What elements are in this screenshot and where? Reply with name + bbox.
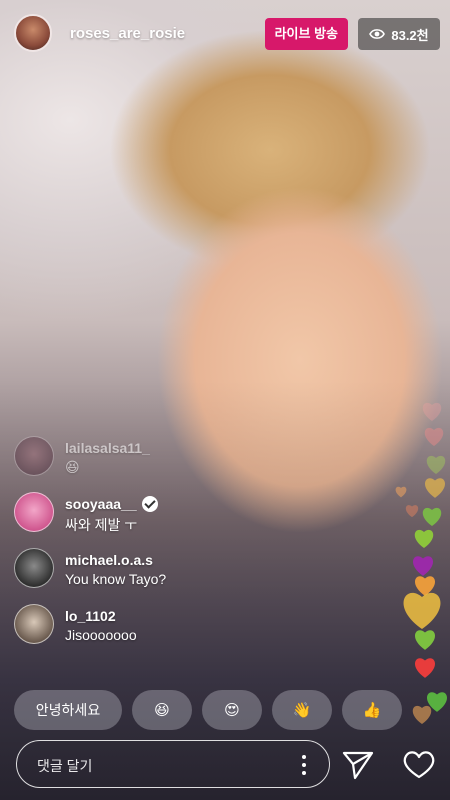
thumbs-up-emoji-icon: 👍: [362, 702, 382, 719]
live-header: roses_are_rosie 라이브 방송 83.2천: [14, 14, 440, 52]
eye-icon: [369, 28, 386, 40]
host-username[interactable]: roses_are_rosie: [70, 25, 185, 42]
username-text: sooyaaa__: [65, 496, 137, 512]
commenter-username[interactable]: sooyaaa__: [65, 496, 158, 512]
more-vertical-icon[interactable]: [301, 755, 307, 777]
send-icon[interactable]: [342, 750, 374, 780]
emoji-chip-wave[interactable]: 👋: [272, 690, 332, 730]
emoji-chip-heart-eyes[interactable]: 😍: [202, 690, 262, 730]
username-text: lailasalsa11_: [65, 440, 150, 456]
viewer-count-badge[interactable]: 83.2천: [358, 18, 440, 50]
comment-text: Jisooooooo: [65, 627, 137, 643]
wave-emoji-icon: 👋: [292, 702, 312, 719]
comment-text: 싸와 제발 ㅜ: [65, 517, 138, 533]
live-badge: 라이브 방송: [264, 18, 348, 50]
comment-item: lo_1102 Jisooooooo: [14, 604, 254, 660]
commenter-avatar[interactable]: [14, 604, 54, 644]
commenter-avatar[interactable]: [14, 548, 54, 588]
comment-text: 😆: [65, 459, 80, 475]
verified-badge-icon: [141, 496, 158, 512]
commenter-username[interactable]: michael.o.a.s: [65, 552, 153, 568]
comment-placeholder: 댓글 달기: [37, 758, 93, 774]
commenter-username[interactable]: lo_1102: [65, 608, 116, 624]
commenter-avatar[interactable]: [14, 492, 54, 532]
heart-eyes-emoji-icon: 😍: [224, 702, 240, 719]
commenter-username[interactable]: lailasalsa11_: [65, 440, 150, 456]
host-avatar[interactable]: [14, 14, 52, 52]
emoji-chip-laugh[interactable]: 😆: [132, 690, 192, 730]
emoji-chip-thumbs-up[interactable]: 👍: [342, 690, 402, 730]
heart-icon[interactable]: [402, 750, 436, 780]
commenter-avatar[interactable]: [14, 436, 54, 476]
username-text: lo_1102: [65, 608, 116, 624]
comment-item: sooyaaa__ 싸와 제발 ㅜ: [14, 492, 254, 548]
comment-item: lailasalsa11_ 😆: [14, 436, 254, 492]
comment-text: You know Tayo?: [65, 571, 167, 587]
greeting-chip[interactable]: 안녕하세요: [14, 690, 122, 730]
comment-list: lailasalsa11_ 😆 sooyaaa__ 싸와 제발 ㅜ michae…: [14, 436, 254, 660]
username-text: michael.o.a.s: [65, 552, 153, 568]
viewer-count: 83.2천: [391, 27, 429, 43]
quick-reactions: 안녕하세요 😆 😍 👋 👍: [14, 690, 402, 730]
laugh-emoji-icon: 😆: [154, 702, 170, 719]
comment-input[interactable]: 댓글 달기: [16, 740, 330, 788]
comment-item: michael.o.a.s You know Tayo?: [14, 548, 254, 604]
